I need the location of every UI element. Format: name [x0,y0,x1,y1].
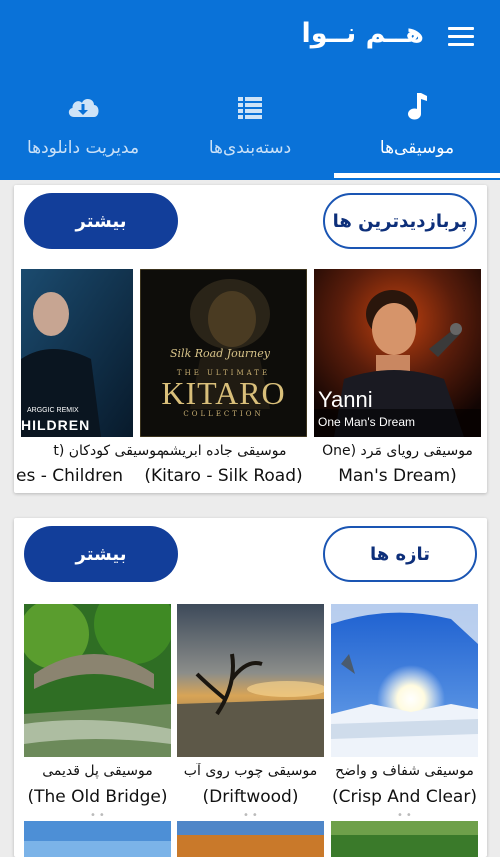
section-most-viewed: پربازدیدترین ها بیشتر Yanni One Man's Dr… [14,185,487,493]
album-cover-image [331,821,478,857]
section-title-button[interactable]: تازه ها [323,526,477,582]
item-title: موسیقی چوب روی آب [183,763,318,779]
section-new: تازه ها بیشتر موسیقی شفاف و واضح (Crisp … [14,518,487,857]
tab-bar: موسیقی‌ها دسته‌بندی‌ها [0,84,500,180]
cover-remix-text: ARGGIC REMIX [27,407,79,414]
album-cover-image [331,604,478,757]
horizontal-rail[interactable]: موسیقی شفاف و واضح (Crisp And Clear) •• [14,604,487,857]
album-cover-image [177,821,324,857]
item-title: موسیقی شفاف و واضح [335,763,474,779]
cover-artist-text: KITARO [161,375,286,411]
item-subtitle: Man's Dream) [338,466,457,486]
item-menu-dots: •• [90,810,108,821]
tab-music[interactable]: موسیقی‌ها [334,84,500,180]
album-cover-image: Silk Road Journey THE ULTIMATE KITARO CO… [140,269,307,437]
app-bar: هــم نــوا موسیقی‌ها [0,0,500,180]
section-title-button[interactable]: پربازدیدترین ها [323,193,477,249]
item-title: موسیقی رویای مَرد (One [322,443,473,459]
tab-music-label: موسیقی‌ها [379,138,455,158]
tab-downloads-label: مدیریت دانلودها [26,138,140,158]
item-subtitle: es - Children [16,466,123,486]
cover-album-text: One Man's Dream [318,415,415,429]
more-button[interactable]: بیشتر [24,193,178,249]
album-cover-image: Yanni One Man's Dream [314,269,481,437]
active-tab-indicator [334,173,500,178]
cover-collection-text: COLLECTION [183,410,264,418]
album-cover-image [24,604,171,757]
item-title: موسیقی کودکان (t [53,443,164,459]
tab-categories[interactable]: دسته‌بندی‌ها [167,84,333,180]
cover-artist-text: Yanni [318,387,373,412]
hamburger-menu-icon[interactable] [448,27,474,47]
item-subtitle: (The Old Bridge) [27,787,168,807]
horizontal-rail[interactable]: Yanni One Man's Dream موسیقی رویای مَرد … [14,269,487,493]
album-cover-image [24,821,171,857]
item-subtitle: (Driftwood) [202,787,299,807]
item-menu-dots: •• [397,810,415,821]
tab-categories-label: دسته‌بندی‌ها [208,138,292,158]
list-view-icon [230,90,270,124]
tab-downloads[interactable]: مدیریت دانلودها [0,84,166,180]
app-title: هــم نــوا [301,18,424,49]
more-button[interactable]: بیشتر [24,526,178,582]
cover-series-text: Silk Road Journey [170,347,270,360]
cover-title-text: HILDREN [21,417,91,433]
album-cover-image [177,604,324,757]
cloud-download-icon [63,90,103,124]
item-subtitle: (Crisp And Clear) [332,787,477,807]
album-cover-image: ARGGIC REMIX HILDREN [21,269,133,437]
item-title: موسیقی پل قدیمی [42,763,153,779]
item-menu-dots: •• [243,810,261,821]
music-note-icon [397,90,437,124]
